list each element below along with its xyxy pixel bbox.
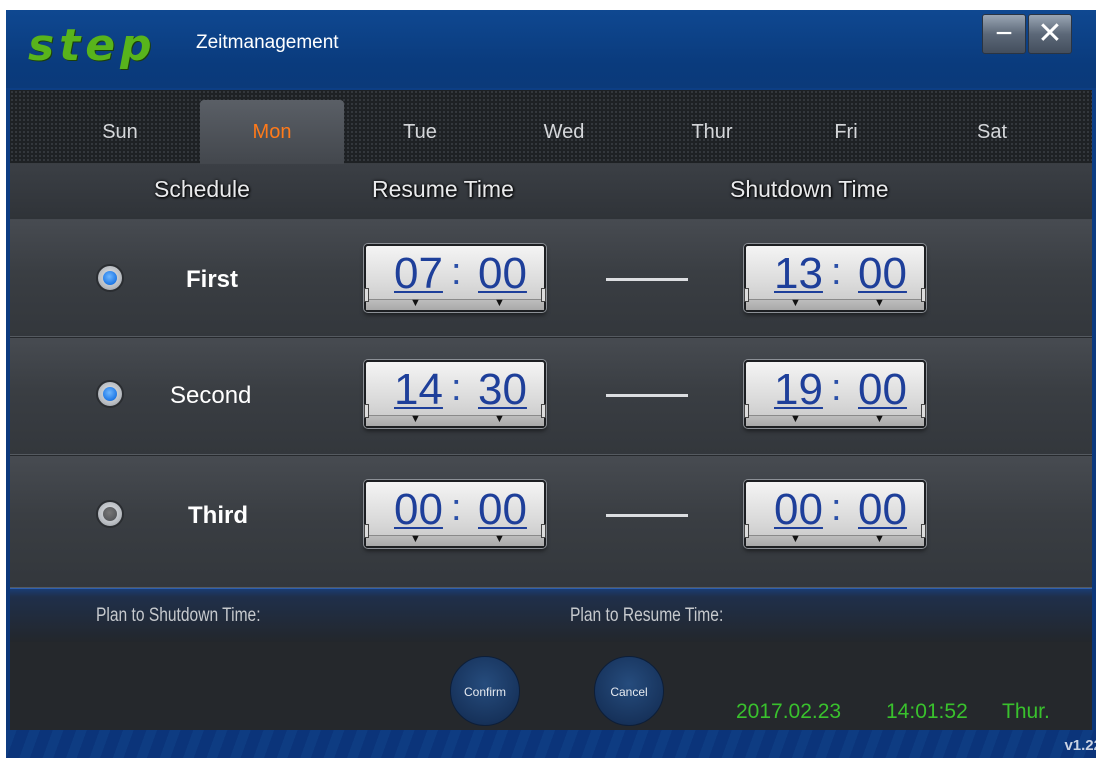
weekday-tabs: Sun Mon Tue Wed Thur Fri Sat (10, 90, 1092, 164)
shutdown-time-header: Shutdown Time (730, 176, 889, 202)
first-radio[interactable] (96, 264, 124, 292)
minute-down-arrow-icon[interactable]: ▼ (494, 533, 505, 545)
spinner-base (744, 524, 926, 546)
spinner-notch (364, 524, 369, 538)
second-radio[interactable] (96, 380, 124, 408)
spinner-notch (921, 404, 926, 418)
resume-minute[interactable]: 00 (478, 485, 527, 535)
second-label: Second (170, 382, 252, 409)
minute-down-arrow-icon[interactable]: ▼ (874, 533, 885, 545)
spinner-base (364, 524, 546, 546)
first-label: First (186, 266, 239, 293)
time-range-dash (606, 514, 688, 517)
spinner-base (364, 404, 546, 426)
app-window: step Zeitmanagement − ✕ Sun Mon Tue Wed … (6, 10, 1096, 758)
status-date: 2017.02.23 (736, 700, 842, 723)
bottom-bar (6, 730, 1096, 758)
footer: Confirm Cancel 2017.02.23 14:01:52 Thur. (10, 642, 1092, 730)
time-range-dash (606, 394, 688, 397)
spinner-notch (744, 404, 749, 418)
tab-sun[interactable]: Sun (48, 100, 192, 164)
third-shutdown-time[interactable]: 00 : 00 ▼ ▼ (744, 480, 926, 548)
resume-hour[interactable]: 14 (394, 365, 443, 415)
schedule-row-second: Second 14 : 30 ▼ ▼ 19 : 00 ▼ ▼ (10, 338, 1092, 455)
resume-minute[interactable]: 00 (478, 249, 527, 299)
step-logo: step (28, 20, 157, 71)
resume-hour[interactable]: 00 (394, 485, 443, 535)
tab-thur[interactable]: Thur (640, 100, 784, 164)
shutdown-hour[interactable]: 19 (774, 365, 823, 415)
confirm-button[interactable]: Confirm (450, 656, 520, 726)
schedule-panel: Sun Mon Tue Wed Thur Fri Sat Schedule Re… (10, 90, 1092, 730)
radio-dot (103, 387, 117, 401)
close-button[interactable]: ✕ (1028, 14, 1072, 54)
time-range-dash (606, 278, 688, 281)
time-separator: : (451, 367, 462, 409)
hour-down-arrow-icon[interactable]: ▼ (410, 413, 421, 425)
plan-shutdown-label: Plan to Shutdown Time: (96, 605, 261, 626)
tab-mon[interactable]: Mon (200, 100, 344, 164)
spinner-base (364, 288, 546, 310)
hour-down-arrow-icon[interactable]: ▼ (790, 413, 801, 425)
third-radio[interactable] (96, 500, 124, 528)
minimize-button[interactable]: − (982, 14, 1026, 54)
tab-tue[interactable]: Tue (348, 100, 492, 164)
hour-down-arrow-icon[interactable]: ▼ (410, 533, 421, 545)
hour-down-arrow-icon[interactable]: ▼ (410, 297, 421, 309)
tab-sat[interactable]: Sat (920, 100, 1064, 164)
shutdown-hour[interactable]: 13 (774, 249, 823, 299)
spinner-notch (541, 404, 546, 418)
third-label: Third (188, 502, 248, 529)
shutdown-hour[interactable]: 00 (774, 485, 823, 535)
spinner-base (744, 404, 926, 426)
resume-hour[interactable]: 07 (394, 249, 443, 299)
version-label: v1.22 (1064, 737, 1096, 754)
minute-down-arrow-icon[interactable]: ▼ (874, 413, 885, 425)
hour-down-arrow-icon[interactable]: ▼ (790, 533, 801, 545)
minute-down-arrow-icon[interactable]: ▼ (494, 297, 505, 309)
spinner-notch (921, 524, 926, 538)
schedule-row-third: Third 00 : 00 ▼ ▼ 00 : 00 ▼ ▼ (10, 456, 1092, 588)
app-title: Zeitmanagement (196, 32, 339, 53)
resume-time-header: Resume Time (372, 176, 514, 202)
spinner-base (744, 288, 926, 310)
spinner-notch (744, 288, 749, 302)
radio-dot (103, 507, 117, 521)
plan-bar: Plan to Shutdown Time: Plan to Resume Ti… (10, 588, 1092, 642)
time-separator: : (831, 367, 842, 409)
minute-down-arrow-icon[interactable]: ▼ (494, 413, 505, 425)
resume-minute[interactable]: 30 (478, 365, 527, 415)
status-weekday: Thur. (1002, 700, 1050, 723)
spinner-notch (744, 524, 749, 538)
spinner-notch (364, 404, 369, 418)
second-shutdown-time[interactable]: 19 : 00 ▼ ▼ (744, 360, 926, 428)
time-separator: : (831, 487, 842, 529)
column-header: Schedule Resume Time Shutdown Time (10, 164, 1092, 220)
schedule-header: Schedule (154, 176, 250, 202)
spinner-notch (541, 288, 546, 302)
time-separator: : (451, 487, 462, 529)
schedule-row-first: First 07 : 00 ▼ ▼ 13 : 00 ▼ ▼ (10, 220, 1092, 337)
status-time: 14:01:52 (886, 700, 968, 723)
time-separator: : (831, 251, 842, 293)
radio-dot (103, 271, 117, 285)
shutdown-minute[interactable]: 00 (858, 249, 907, 299)
cancel-button[interactable]: Cancel (594, 656, 664, 726)
first-shutdown-time[interactable]: 13 : 00 ▼ ▼ (744, 244, 926, 312)
hour-down-arrow-icon[interactable]: ▼ (790, 297, 801, 309)
first-resume-time[interactable]: 07 : 00 ▼ ▼ (364, 244, 546, 312)
spinner-notch (364, 288, 369, 302)
spinner-notch (541, 524, 546, 538)
tab-fri[interactable]: Fri (774, 100, 918, 164)
tab-wed[interactable]: Wed (492, 100, 636, 164)
spinner-notch (921, 288, 926, 302)
third-resume-time[interactable]: 00 : 00 ▼ ▼ (364, 480, 546, 548)
second-resume-time[interactable]: 14 : 30 ▼ ▼ (364, 360, 546, 428)
plan-resume-label: Plan to Resume Time: (570, 605, 724, 626)
minute-down-arrow-icon[interactable]: ▼ (874, 297, 885, 309)
title-bar[interactable]: step Zeitmanagement − ✕ (6, 10, 1096, 88)
time-separator: : (451, 251, 462, 293)
shutdown-minute[interactable]: 00 (858, 485, 907, 535)
shutdown-minute[interactable]: 00 (858, 365, 907, 415)
